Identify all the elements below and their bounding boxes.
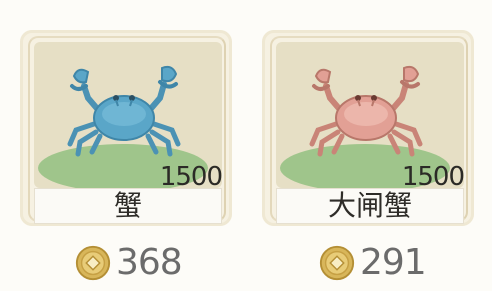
item-card-hairy-crab[interactable]: 1500 大闸蟹 bbox=[262, 30, 474, 226]
item-card-crab[interactable]: 1500 蟹 bbox=[20, 30, 232, 226]
price-value: 291 bbox=[360, 242, 427, 283]
blue-crab-icon bbox=[67, 65, 181, 157]
item-name-plate: 大闸蟹 bbox=[276, 188, 464, 224]
price-tag: 291 bbox=[318, 242, 427, 283]
item-image-area: 1500 bbox=[34, 42, 222, 188]
coin-icon bbox=[319, 245, 355, 280]
item-count: 1500 bbox=[401, 162, 464, 188]
item-name-plate: 蟹 bbox=[34, 188, 222, 224]
hairy-crab-icon bbox=[309, 65, 423, 157]
coin-icon bbox=[75, 245, 111, 280]
item-name: 大闸蟹 bbox=[327, 189, 412, 222]
item-name: 蟹 bbox=[113, 189, 142, 222]
item-image-area: 1500 bbox=[276, 42, 464, 188]
price-tag: 368 bbox=[74, 242, 183, 283]
price-value: 368 bbox=[116, 242, 183, 283]
item-count: 1500 bbox=[159, 162, 222, 188]
